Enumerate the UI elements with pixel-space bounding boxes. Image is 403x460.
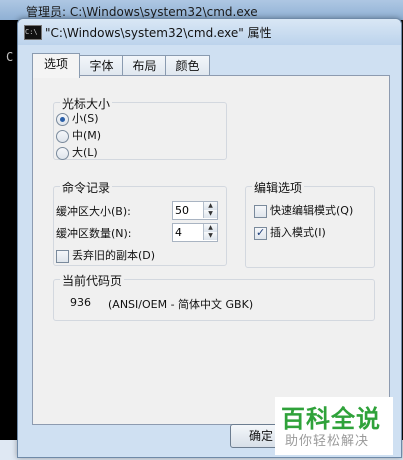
cursor-size-medium-label: 中(M): [72, 129, 102, 142]
watermark: 百科全说 助你轻松解决: [275, 397, 393, 455]
code-page-description: (ANSI/OEM - 简体中文 GBK): [108, 298, 254, 311]
dialog-title: "C:\Windows\system32\cmd.exe" 属性: [45, 26, 272, 40]
options-panel: 光标大小 小(S) 中(M) 大(L) 命令记录 缓冲区大小(B): ▲ ▼: [32, 75, 390, 425]
spin-down-icon[interactable]: ▼: [203, 232, 217, 240]
code-page-legend: 当前代码页: [60, 272, 125, 289]
cursor-size-group: 光标大小 小(S) 中(M) 大(L): [53, 95, 227, 160]
buffer-size-input[interactable]: [175, 203, 201, 217]
checkbox-icon[interactable]: [254, 205, 267, 218]
background-titlebar: 管理员: C:\Windows\system32\cmd.exe: [0, 0, 403, 20]
background-console-area: C: [0, 20, 18, 460]
edit-options-group: 编辑选项 快速编辑模式(Q) 插入模式(I): [245, 179, 375, 268]
tab-colors[interactable]: 颜色: [165, 55, 210, 76]
buffer-count-input[interactable]: [175, 225, 201, 239]
checkbox-checked-icon[interactable]: [254, 225, 267, 241]
radio-icon[interactable]: [56, 130, 69, 143]
radio-selected-icon[interactable]: [56, 113, 69, 126]
edit-options-legend: 编辑选项: [252, 179, 305, 196]
checkbox-icon[interactable]: [56, 250, 69, 263]
buffer-size-spinner[interactable]: ▲ ▼: [172, 201, 218, 220]
buffer-count-label: 缓冲区数量(N):: [56, 227, 132, 240]
command-history-legend: 命令记录: [60, 179, 113, 196]
cursor-size-small-label: 小(S): [72, 112, 99, 125]
code-page-number: 936: [70, 296, 91, 309]
tab-layout[interactable]: 布局: [122, 55, 167, 76]
command-history-group: 命令记录 缓冲区大小(B): ▲ ▼ 缓冲区数量(N): ▲ ▼ 丢弃旧的副本(…: [53, 179, 227, 266]
dialog-titlebar[interactable]: C:\ "C:\Windows\system32\cmd.exe" 属性: [18, 19, 401, 45]
buffer-count-stepper: ▲ ▼: [203, 224, 217, 241]
spin-down-icon[interactable]: ▼: [203, 210, 217, 218]
discard-old-label: 丢弃旧的副本(D): [72, 249, 156, 262]
code-page-group: 当前代码页 936 (ANSI/OEM - 简体中文 GBK): [53, 272, 375, 321]
cursor-size-large-label: 大(L): [72, 146, 98, 159]
watermark-logo-text: 百科全说: [281, 405, 381, 433]
insert-mode-label: 插入模式(I): [270, 226, 326, 239]
buffer-size-stepper: ▲ ▼: [203, 202, 217, 219]
properties-dialog: C:\ "C:\Windows\system32\cmd.exe" 属性 选项 …: [17, 18, 402, 458]
tab-options[interactable]: 选项: [32, 53, 80, 78]
quick-edit-label: 快速编辑模式(Q): [270, 204, 354, 217]
buffer-size-label: 缓冲区大小(B):: [56, 205, 131, 218]
spin-up-icon[interactable]: ▲: [203, 202, 217, 210]
console-text: C: [6, 50, 14, 64]
radio-icon[interactable]: [56, 147, 69, 160]
spin-up-icon[interactable]: ▲: [203, 224, 217, 232]
watermark-slogan: 助你轻松解决: [285, 434, 370, 449]
console-app-icon: C:\: [24, 25, 42, 40]
buffer-count-spinner[interactable]: ▲ ▼: [172, 223, 218, 242]
tab-font[interactable]: 字体: [79, 55, 124, 76]
cursor-size-legend: 光标大小: [60, 95, 113, 112]
